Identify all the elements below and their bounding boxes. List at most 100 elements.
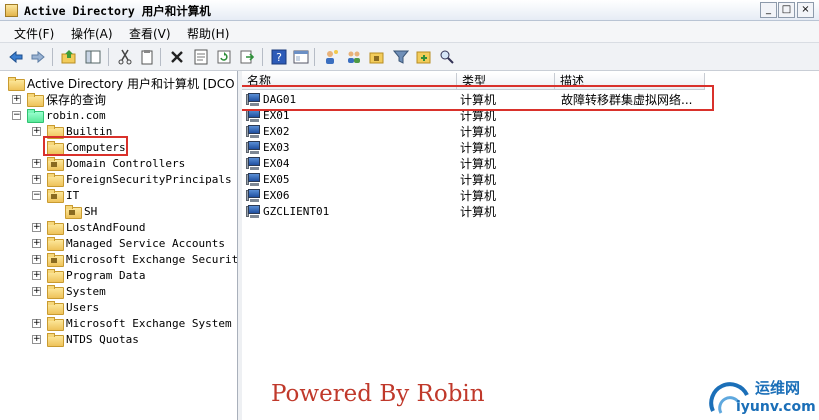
list-row[interactable]: EX02 计算机 <box>242 123 817 139</box>
expand-icon[interactable]: + <box>32 126 41 136</box>
help-icon[interactable]: ? <box>270 48 288 66</box>
computer-icon <box>246 124 262 138</box>
expand-icon[interactable]: + <box>32 158 41 168</box>
tree-item-saved-queries[interactable]: + 保存的查询 <box>12 91 106 107</box>
menu-bar: 文件(F) 操作(A) 查看(V) 帮助(H) <box>0 21 819 43</box>
tree-item-label: SH <box>84 204 98 218</box>
delete-icon[interactable] <box>168 48 186 66</box>
computers-highlight-box <box>43 136 128 156</box>
tree-pane[interactable]: Active Directory 用户和计算机 [DCO + 保存的查询 − r… <box>5 71 238 420</box>
tree-item-program-data[interactable]: + Program Data <box>32 267 145 283</box>
list-row[interactable]: EX06 计算机 <box>242 187 817 203</box>
tree-item-system[interactable]: + System <box>32 283 106 299</box>
list-row[interactable]: EX03 计算机 <box>242 139 817 155</box>
new-group-icon[interactable] <box>345 48 363 66</box>
list-row[interactable]: EX05 计算机 <box>242 171 817 187</box>
tree-item-label: ForeignSecurityPrincipals <box>66 172 232 186</box>
tree-item-microsoft-exchange-system-objects[interactable]: + Microsoft Exchange System Ob <box>32 315 238 331</box>
maximize-button[interactable]: □ <box>778 2 795 18</box>
menu-help[interactable]: 帮助(H) <box>187 25 229 42</box>
row-name: GZCLIENT01 <box>263 204 330 218</box>
menu-view[interactable]: 查看(V) <box>129 25 171 42</box>
find-icon[interactable] <box>438 48 456 66</box>
ou-icon <box>47 157 64 171</box>
expand-icon[interactable]: + <box>32 254 41 264</box>
list-pane[interactable]: 名称 类型 描述 DAG01 计算机 故障转移群集虚拟网络... EX01 计算… <box>242 71 819 420</box>
dag01-highlight-box <box>242 85 714 111</box>
forward-icon[interactable] <box>29 48 47 66</box>
menu-action[interactable]: 操作(A) <box>71 25 113 42</box>
back-icon[interactable] <box>7 48 25 66</box>
expand-icon[interactable]: + <box>32 238 41 248</box>
minimize-button[interactable]: _ <box>760 2 777 18</box>
tree-root[interactable]: Active Directory 用户和计算机 [DCO <box>8 75 235 91</box>
show-hide-tree-icon[interactable] <box>84 48 102 66</box>
tree-item-microsoft-exchange-security[interactable]: + Microsoft Exchange Security <box>32 251 238 267</box>
ou-icon <box>47 253 64 267</box>
tree-item-label: System <box>66 284 106 298</box>
copy-icon[interactable] <box>138 48 156 66</box>
tree-item-managed-service-accounts[interactable]: + Managed Service Accounts <box>32 235 225 251</box>
toolbar: ? <box>0 43 819 71</box>
expand-icon[interactable]: + <box>32 318 41 328</box>
list-row[interactable]: EX04 计算机 <box>242 155 817 171</box>
expand-icon[interactable]: + <box>32 222 41 232</box>
collapse-icon[interactable]: − <box>32 190 41 200</box>
expand-icon[interactable]: + <box>32 174 41 184</box>
tree-item-foreign-security-principals[interactable]: + ForeignSecurityPrincipals <box>32 171 232 187</box>
refresh-icon[interactable] <box>215 48 233 66</box>
expand-icon[interactable]: + <box>32 334 41 344</box>
folder-icon <box>47 333 64 347</box>
collapse-icon[interactable]: − <box>12 110 21 120</box>
tree-item-label: NTDS Quotas <box>66 332 139 346</box>
tree-item-users[interactable]: Users <box>32 299 99 315</box>
cut-icon[interactable] <box>116 48 134 66</box>
close-button[interactable]: × <box>797 2 814 18</box>
tree-item-it[interactable]: − IT <box>32 187 79 203</box>
svg-text:?: ? <box>276 51 282 64</box>
properties-icon[interactable] <box>192 48 210 66</box>
expand-icon[interactable]: + <box>12 94 21 104</box>
add-to-group-icon[interactable] <box>415 48 433 66</box>
title-bar: Active Directory 用户和计算机 _ □ × <box>0 0 819 21</box>
export-icon[interactable] <box>238 48 256 66</box>
computer-icon <box>246 204 262 218</box>
app-icon <box>5 4 18 17</box>
expand-icon[interactable]: + <box>32 270 41 280</box>
row-name: EX05 <box>263 172 290 186</box>
row-type: 计算机 <box>460 140 497 155</box>
tree-item-label: Users <box>66 300 100 314</box>
row-type: 计算机 <box>460 188 497 203</box>
tree-item-label: Microsoft Exchange Security <box>66 252 238 266</box>
new-user-icon[interactable] <box>322 48 340 66</box>
tree-item-label: Microsoft Exchange System Ob <box>66 316 238 330</box>
tree-item-domain-controllers[interactable]: + Domain Controllers <box>32 155 185 171</box>
tree-item-label: 保存的查询 <box>46 92 107 107</box>
window-title: Active Directory 用户和计算机 <box>24 4 211 18</box>
row-name: EX02 <box>263 124 290 138</box>
folder-icon <box>47 237 64 251</box>
tree-item-lost-and-found[interactable]: + LostAndFound <box>32 219 145 235</box>
console-icon[interactable] <box>292 48 310 66</box>
new-ou-icon[interactable] <box>368 48 386 66</box>
tree-item-sh[interactable]: SH <box>50 203 97 219</box>
list-row[interactable]: GZCLIENT01 计算机 <box>242 203 817 219</box>
folder-icon <box>47 301 64 315</box>
row-name: EX04 <box>263 156 290 170</box>
tree-item-label: Managed Service Accounts <box>66 236 225 250</box>
tree-item-label: Domain Controllers <box>66 156 186 170</box>
filter-icon[interactable] <box>392 48 410 66</box>
ou-icon <box>65 205 82 219</box>
tree-item-label: IT <box>66 188 80 202</box>
menu-file[interactable]: 文件(F) <box>14 25 54 42</box>
up-icon[interactable] <box>60 48 78 66</box>
row-type: 计算机 <box>460 124 497 139</box>
site-url: iyunv.com <box>736 399 816 415</box>
tree-item-ntds-quotas[interactable]: + NTDS Quotas <box>32 331 139 347</box>
tree-item-domain[interactable]: − robin.com <box>12 107 106 123</box>
computer-icon <box>246 188 262 202</box>
row-name: EX03 <box>263 140 290 154</box>
domain-icon <box>27 109 44 123</box>
folder-icon <box>47 221 64 235</box>
expand-icon[interactable]: + <box>32 286 41 296</box>
